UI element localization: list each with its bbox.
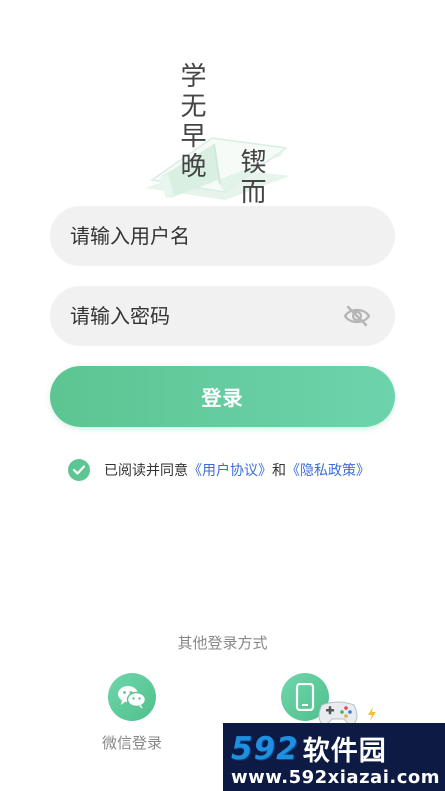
watermark-banner: 592 软件园 www.592xiazai.com [223, 723, 445, 791]
username-field[interactable] [50, 206, 395, 266]
watermark-url: www.592xiazai.com [231, 767, 440, 788]
wechat-login-button[interactable]: 微信登录 [77, 673, 187, 753]
check-circle-icon[interactable] [68, 459, 90, 481]
wechat-login-label: 微信登录 [101, 734, 162, 752]
agreement-prefix: 已阅读并同意 [104, 463, 188, 479]
username-input[interactable] [68, 223, 371, 249]
spark-icon [368, 707, 376, 721]
login-button[interactable]: 登录 [50, 366, 395, 427]
agreement-and: 和 [272, 463, 286, 479]
motto-line-1: 学无早晚 [176, 62, 206, 182]
privacy-policy-link[interactable]: 《隐私政策》 [286, 460, 370, 480]
password-field[interactable] [50, 286, 395, 346]
user-agreement-link[interactable]: 《用户协议》 [188, 460, 272, 480]
other-login-title: 其他登录方式 [177, 634, 268, 652]
book-logo-icon [145, 137, 290, 200]
password-input[interactable] [68, 303, 343, 329]
agreement-row: 已阅读并同意 《用户协议》 和 《隐私政策》 [68, 459, 370, 481]
wechat-icon[interactable] [108, 673, 156, 721]
eye-off-icon[interactable] [343, 305, 371, 327]
watermark-number: 592 [231, 730, 299, 767]
watermark-brand: 软件园 [302, 736, 387, 767]
